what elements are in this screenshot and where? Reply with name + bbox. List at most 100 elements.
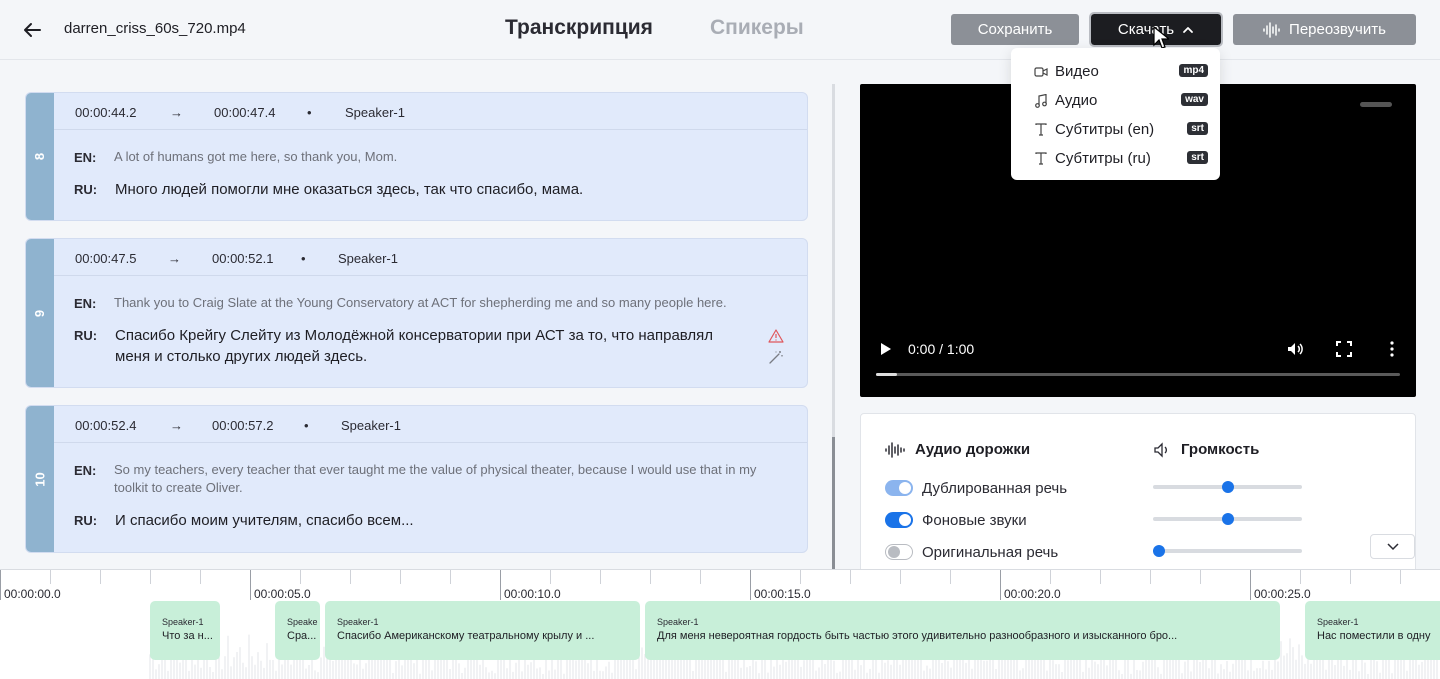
audio-tracks-panel: Аудио дорожки Громкость Дублированная ре… [860,413,1416,583]
save-button[interactable]: Сохранить [951,14,1079,45]
redub-button-label: Переозвучить [1289,21,1386,38]
ru-text[interactable]: Спасибо Крейгу Слейту из Молодёжной конс… [115,325,715,367]
segment-speaker[interactable]: Speaker-1 [345,105,405,120]
dubbed-speech-volume-slider[interactable] [1153,481,1302,493]
timeline-clip[interactable]: Speaker-1 Спасибо Американскому театраль… [325,601,640,660]
timeline[interactable]: 00:00:00.0 00:00:05.0 00:00:10.0 00:00:1… [0,569,1440,679]
timeline-tick [550,570,551,584]
format-badge: srt [1187,122,1208,135]
segment-start[interactable]: 00:00:52.4 [75,418,136,433]
video-progress-bar[interactable] [876,373,1400,376]
track-label: Фоновые звуки [922,511,1027,529]
segment-scrollbar-thumb[interactable] [832,437,835,569]
timeline-tick [950,570,951,584]
timeline-clip[interactable]: Speake Сра... [275,601,320,660]
volume-icon[interactable] [1286,340,1304,358]
segment-end[interactable]: 00:00:47.4 [214,105,275,120]
redub-button[interactable]: Переозвучить [1233,14,1416,45]
clip-speaker: Speaker-1 [162,617,204,627]
track-dubbed-speech: Дублированная речь [885,479,1067,497]
segment-card[interactable]: 9 00:00:47.5 → 00:00:52.1 • Speaker-1 EN… [25,238,808,388]
slider-thumb[interactable] [1152,545,1165,557]
track-label: Оригинальная речь [922,543,1059,561]
track-background-sounds: Фоновые звуки [885,511,1027,529]
segment-card[interactable]: 8 00:00:44.2 → 00:00:47.4 • Speaker-1 EN… [25,92,808,221]
download-menu-item-video[interactable]: Видео mp4 [1011,57,1220,86]
slider-thumb[interactable] [1221,481,1234,493]
segment-number: 8 [26,93,54,220]
warning-icon[interactable] [768,329,784,343]
timeline-tick [1000,570,1001,600]
timeline-clip[interactable]: Speaker-1 Для меня невероятная гордость … [645,601,1280,660]
clip-text: Нас поместили в одну [1317,630,1431,642]
tab-transcription[interactable]: Транскрипция [505,16,653,40]
segment-start[interactable]: 00:00:47.5 [75,251,136,266]
timeline-tick [100,570,101,584]
timeline-clip[interactable]: Speaker-1 Нас поместили в одну [1305,601,1440,660]
waveform-icon [885,441,905,458]
timeline-tick [1300,570,1301,584]
segment-meta: 00:00:47.5 → 00:00:52.1 • Speaker-1 [54,239,807,276]
arrow-right-icon: → [168,251,181,266]
ru-text[interactable]: И спасибо моим учителям, спасибо всем... [115,510,725,531]
back-arrow-icon[interactable] [20,18,44,42]
download-menu-item-subtitles-en[interactable]: Субтитры (en) srt [1011,115,1220,144]
original-speech-volume-slider[interactable] [1152,545,1302,557]
ru-label: RU: [74,182,98,197]
download-menu-item-label: Видео [1055,63,1099,80]
text-t-icon [1033,151,1049,167]
slider-thumb[interactable] [1221,513,1234,525]
format-badge: srt [1187,151,1208,164]
background-sounds-volume-slider[interactable] [1153,513,1302,525]
download-menu-item-subtitles-ru[interactable]: Субтитры (ru) srt [1011,144,1220,173]
timeline-time-label: 00:00:25.0 [1254,587,1311,601]
video-overlay-handle [1360,102,1392,107]
timeline-tick [350,570,351,584]
separator-dot: • [304,418,309,433]
timeline-tick [1100,570,1101,584]
timeline-time-label: 00:00:05.0 [254,587,311,601]
segment-start[interactable]: 00:00:44.2 [75,105,136,120]
timeline-clip[interactable]: Speaker-1 Что за н... [150,601,220,660]
arrow-right-icon: → [170,105,183,120]
waveform-icon [1263,21,1280,38]
timeline-tick [1200,570,1201,584]
ru-text[interactable]: Много людей помогли мне оказаться здесь,… [115,179,725,200]
chevron-up-icon [1183,26,1194,33]
play-icon[interactable] [876,340,894,358]
timeline-tick [1050,570,1051,584]
en-label: EN: [74,463,97,478]
fullscreen-icon[interactable] [1335,340,1353,358]
segment-meta: 00:00:44.2 → 00:00:47.4 • Speaker-1 [54,93,807,130]
en-label: EN: [74,296,97,311]
video-icon [1033,64,1049,80]
timeline-tick [0,570,1,600]
clip-speaker: Speaker-1 [1317,617,1359,627]
timeline-tick [450,570,451,584]
segment-speaker[interactable]: Speaker-1 [341,418,401,433]
collapse-panel-button[interactable] [1370,534,1415,559]
separator-dot: • [301,251,306,266]
segment-end[interactable]: 00:00:52.1 [212,251,273,266]
ru-label: RU: [74,513,98,528]
segment-card[interactable]: 10 00:00:52.4 → 00:00:57.2 • Speaker-1 E… [25,405,808,553]
timeline-tick [600,570,601,584]
clip-text: Что за н... [162,630,213,642]
download-menu-item-label: Субтитры (ru) [1055,150,1151,167]
segment-end[interactable]: 00:00:57.2 [212,418,273,433]
en-label: EN: [74,150,97,165]
en-text: So my teachers, every teacher that ever … [114,462,757,495]
magic-wand-icon[interactable] [768,350,784,364]
more-vertical-icon[interactable] [1383,340,1401,358]
timeline-tick [900,570,901,584]
ru-label: RU: [74,328,98,343]
dubbed-speech-toggle[interactable] [885,480,913,496]
timeline-tick [1400,570,1401,584]
segment-number: 10 [26,406,54,552]
download-menu-item-audio[interactable]: Аудио wav [1011,86,1220,115]
segment-speaker[interactable]: Speaker-1 [338,251,398,266]
original-speech-toggle[interactable] [885,544,913,560]
background-sounds-toggle[interactable] [885,512,913,528]
tab-speakers[interactable]: Спикеры [710,16,804,40]
timeline-tick [400,570,401,584]
